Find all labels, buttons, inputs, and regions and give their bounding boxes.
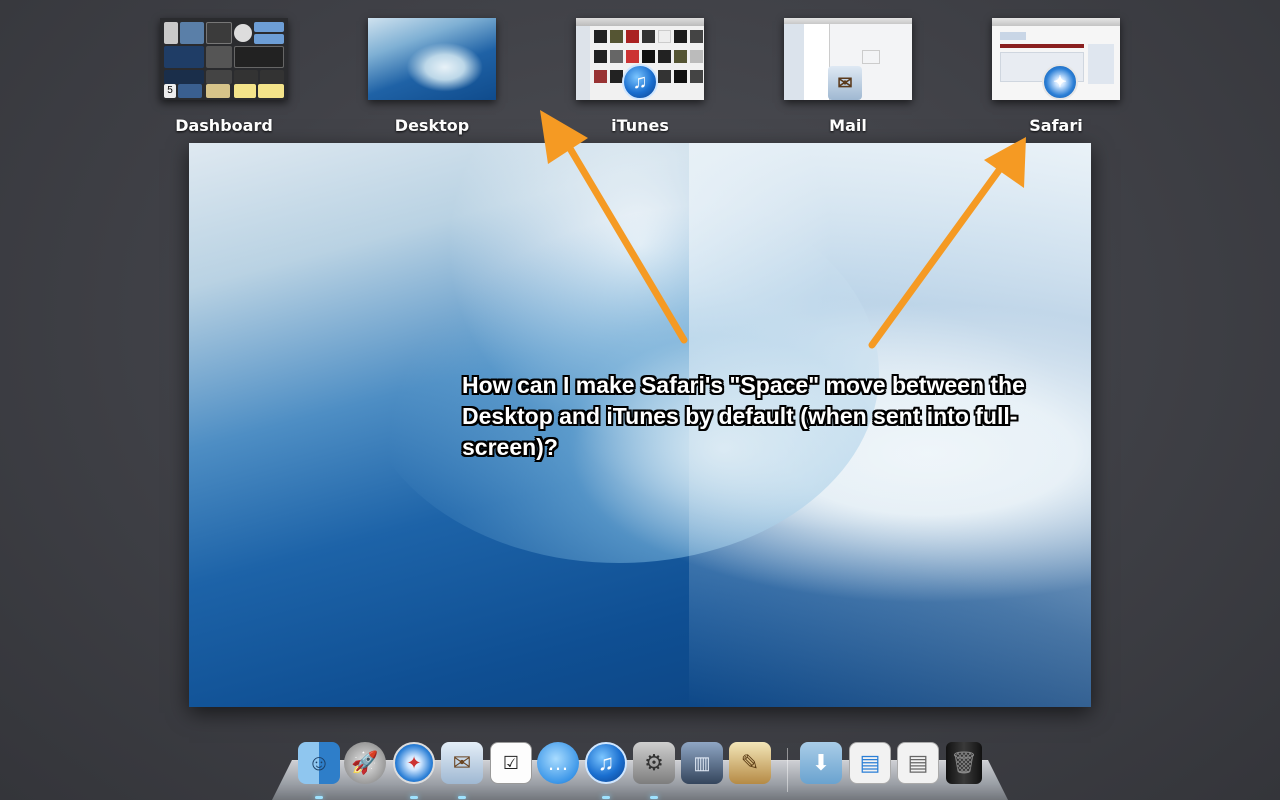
space-safari[interactable]: ✦ Safari — [976, 18, 1136, 135]
trash-icon[interactable]: 🗑 — [946, 742, 982, 784]
safari-icon[interactable]: ✦ — [393, 742, 435, 784]
annotation-question: How can I make Safari's "Space" move bet… — [462, 372, 1025, 460]
document-stack-icon[interactable]: ▤ — [849, 742, 891, 784]
launchpad-icon[interactable]: 🚀 — [344, 742, 386, 784]
document-stack-icon[interactable]: ▤ — [897, 742, 939, 784]
itunes-icon: ♫ — [622, 64, 658, 100]
finder-icon[interactable]: ☺ — [298, 742, 340, 784]
safari-thumbnail[interactable]: ✦ — [992, 18, 1120, 100]
mail-icon[interactable]: ✉ — [441, 742, 483, 784]
dock-running-indicator — [602, 796, 610, 799]
itunes-thumbnail[interactable]: ♫ — [576, 18, 704, 100]
dock-running-indicator — [650, 796, 658, 799]
space-label-itunes: iTunes — [611, 116, 669, 135]
desktop-thumbnail[interactable] — [368, 18, 496, 100]
space-dashboard[interactable]: 5 Dashboard — [144, 18, 304, 135]
messages-icon[interactable]: … — [537, 742, 579, 784]
reminders-icon[interactable]: ☑ — [490, 742, 532, 784]
mission-control-spaces-bar: 5 Dashboard Desktop ♫ iTunes ✉ Mail ✦ Sa… — [0, 0, 1280, 140]
space-label-desktop: Desktop — [394, 116, 470, 135]
space-label-safari: Safari — [1029, 116, 1083, 135]
dock-separator — [787, 748, 788, 792]
space-desktop[interactable]: Desktop — [352, 18, 512, 135]
space-label-mail: Mail — [829, 116, 867, 135]
mail-icon: ✉ — [828, 66, 862, 100]
dock-running-indicator — [410, 796, 418, 799]
itunes-icon[interactable]: ♫ — [585, 742, 627, 784]
mission-control-icon[interactable]: ▥ — [681, 742, 723, 784]
safari-icon: ✦ — [1042, 64, 1078, 100]
mail-thumbnail[interactable]: ✉ — [784, 18, 912, 100]
space-mail[interactable]: ✉ Mail — [768, 18, 928, 135]
dashboard-thumbnail[interactable]: 5 — [160, 18, 288, 100]
dock-running-indicator — [315, 796, 323, 799]
preview-icon[interactable]: ✎ — [729, 742, 771, 784]
downloads-folder-icon[interactable]: ⬇ — [800, 742, 842, 784]
system-preferences-icon[interactable]: ⚙ — [633, 742, 675, 784]
space-label-dashboard: Dashboard — [175, 116, 273, 135]
dock-running-indicator — [458, 796, 466, 799]
space-itunes[interactable]: ♫ iTunes — [560, 18, 720, 135]
